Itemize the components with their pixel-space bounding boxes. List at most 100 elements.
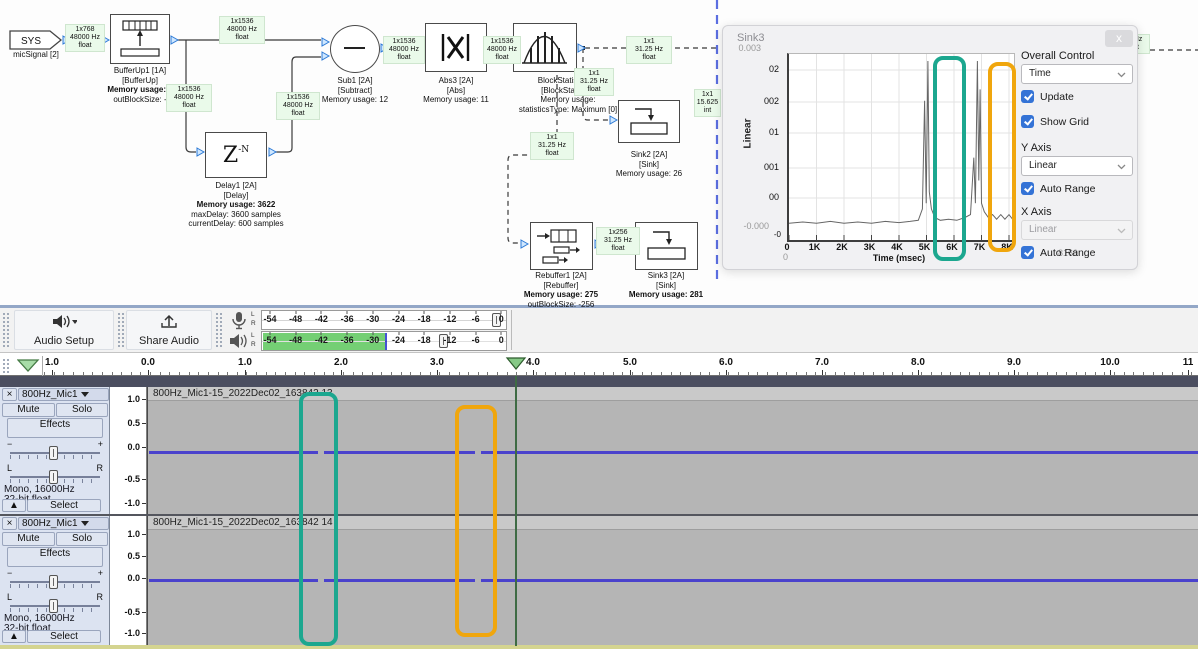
meter-db-tick <box>347 311 348 314</box>
checkbox-checked-icon[interactable] <box>1021 182 1034 195</box>
block-bufferup1[interactable] <box>110 14 170 64</box>
meter-db-tick <box>295 311 296 314</box>
ruler-minor-tick <box>112 372 113 375</box>
amplitude-label: 0.0 <box>127 442 140 452</box>
solo-button[interactable]: Solo <box>56 532 108 546</box>
clip-title-bar[interactable]: 800Hz_Mic1-15_2022Dec02_163842 14 <box>148 516 1198 530</box>
track-control-panel: ×800Hz_Mic1MuteSoloEffects−+LRMono, 1600… <box>0 516 110 645</box>
meter-db-tick <box>398 311 399 314</box>
block-delay1[interactable]: Z-N <box>205 132 267 178</box>
pan-thumb[interactable] <box>49 470 58 484</box>
share-audio-button[interactable]: Share Audio <box>126 310 212 350</box>
signal-dimension-label: 1x76848000 Hzfloat <box>65 24 105 52</box>
waveform-area[interactable]: 800Hz_Mic1-15_2022Dec02_163842 14 <box>147 516 1198 645</box>
amplitude-label: 1.0 <box>127 529 140 539</box>
amplitude-tick <box>142 578 146 579</box>
vertical-scale-ruler[interactable]: 1.00.50.0-0.5-1.0 <box>110 516 147 645</box>
meter-db-label: -6 <box>472 335 480 345</box>
collapse-button[interactable]: ▲ <box>2 630 26 643</box>
ruler-major-tick <box>341 370 342 375</box>
pan-left-label: L <box>7 592 12 602</box>
y-axis-min-label: -0.000 <box>729 221 769 231</box>
block-blockstatistics1[interactable] <box>513 23 577 72</box>
pan-thumb[interactable] <box>49 599 58 613</box>
overall-control-dropdown[interactable]: Time <box>1021 64 1133 84</box>
ruler-minor-tick <box>748 372 749 375</box>
gain-max-label: + <box>98 568 103 578</box>
ruler-minor-tick <box>709 372 710 375</box>
clip-title-bar[interactable]: 800Hz_Mic1-15_2022Dec02_163842 13 <box>148 387 1198 401</box>
gain-slider[interactable]: −+ <box>5 572 105 592</box>
amplitude-label: -0.5 <box>124 474 140 484</box>
playhead-line <box>515 376 517 646</box>
gain-thumb[interactable] <box>49 446 58 460</box>
ruler-minor-tick <box>941 372 942 375</box>
x-axis-dropdown: Linear <box>1021 220 1133 240</box>
collapse-button[interactable]: ▲ <box>2 499 26 512</box>
track-separator[interactable] <box>0 514 1198 516</box>
ruler-minor-tick <box>526 372 527 375</box>
signal-dimension-label: 1x153648000 Hzfloat <box>483 36 521 64</box>
amplitude-label: -0.5 <box>124 607 140 617</box>
block-caption-blockstatistics1: BlockStatistics1 [[BlockStatisticsMemory… <box>498 76 638 114</box>
block-sub1[interactable] <box>330 25 380 73</box>
block-sink2[interactable] <box>618 100 680 143</box>
amplitude-tick <box>142 479 146 480</box>
timeline-ruler[interactable]: 1.00.01.02.03.04.05.06.07.08.09.010.011 <box>0 356 1198 376</box>
playback-meter[interactable]: -54-48-42-36-30-24-18-12-60 <box>261 331 507 351</box>
sink3-scope-window[interactable]: Sink3 x 0.003 -0.000 -0 Linear 01K2K3K4K… <box>722 25 1138 270</box>
record-meter-toolbar[interactable]: L R -54-48-42-36-30-24-18-12-60 <box>226 310 508 331</box>
checkbox-checked-icon[interactable] <box>1021 115 1034 128</box>
track-title-dropdown[interactable]: 800Hz_Mic1 <box>18 388 109 401</box>
ruler-ticks: 1.00.01.02.03.04.05.06.07.08.09.010.011 <box>0 356 1198 375</box>
ruler-minor-tick <box>227 372 228 375</box>
block-sink3[interactable] <box>635 222 698 270</box>
mute-button[interactable]: Mute <box>2 403 55 417</box>
ruler-time-label: 9.0 <box>1007 357 1021 368</box>
audio-setup-button[interactable]: Audio Setup <box>14 310 114 350</box>
meter-db-label: -48 <box>289 335 302 345</box>
checkbox-checked-icon[interactable] <box>1021 90 1034 103</box>
scope-close-button[interactable]: x <box>1105 30 1133 47</box>
ruler-minor-tick <box>333 372 334 375</box>
ruler-minor-tick <box>594 372 595 375</box>
select-button[interactable]: Select <box>27 499 101 512</box>
checkbox-checked-icon[interactable] <box>1021 246 1034 259</box>
waveform-zero-line <box>149 579 1198 582</box>
block-rebuffer1[interactable] <box>530 222 593 270</box>
vertical-scale-ruler[interactable]: 1.00.50.0-0.5-1.0 <box>110 387 147 514</box>
mute-button[interactable]: Mute <box>2 532 55 546</box>
toolbar-grip[interactable] <box>215 312 222 348</box>
effects-button[interactable]: Effects <box>7 418 103 438</box>
track-title-dropdown[interactable]: 800Hz_Mic1 <box>18 517 109 530</box>
recording-meter[interactable]: -54-48-42-36-30-24-18-12-60 <box>261 310 507 330</box>
playback-meter-toolbar[interactable]: L R -54-48-42-36-30-24-18-12-60 <box>226 331 508 352</box>
track-close-button[interactable]: × <box>2 388 17 401</box>
y-axis-dropdown[interactable]: Linear <box>1021 156 1133 176</box>
block-abs3[interactable] <box>425 23 487 72</box>
y-axis-tick-label: 01 <box>748 127 779 137</box>
solo-button[interactable]: Solo <box>56 403 108 417</box>
ruler-minor-tick <box>671 372 672 375</box>
ruler-minor-tick <box>343 372 344 375</box>
pan-right-label: R <box>97 463 104 473</box>
toolbar-grip[interactable] <box>117 312 124 348</box>
x-axis-tick-label: 0 <box>784 242 789 252</box>
gain-thumb[interactable] <box>49 575 58 589</box>
meter-db-tick <box>501 332 502 335</box>
select-button[interactable]: Select <box>27 630 101 643</box>
track-close-button[interactable]: × <box>2 517 17 530</box>
playhead-pin-icon[interactable] <box>505 357 527 370</box>
ruler-minor-tick <box>478 372 479 375</box>
sys-input-tag[interactable]: SYS <box>9 30 63 50</box>
meter-db-label: -30 <box>366 335 379 345</box>
scope-plot-area[interactable] <box>787 53 1015 242</box>
ruler-time-label: 11 <box>1183 357 1194 368</box>
toolbar-grip[interactable] <box>2 312 9 348</box>
gain-slider[interactable]: −+ <box>5 443 105 463</box>
screen: SYS micSignal [2] BufferUp1 [1A][BufferU… <box>0 0 1198 649</box>
meter-db-label: -42 <box>315 314 328 324</box>
waveform-area[interactable]: 800Hz_Mic1-15_2022Dec02_163842 13 <box>147 387 1198 514</box>
effects-button[interactable]: Effects <box>7 547 103 567</box>
ruler-minor-tick <box>92 372 93 375</box>
